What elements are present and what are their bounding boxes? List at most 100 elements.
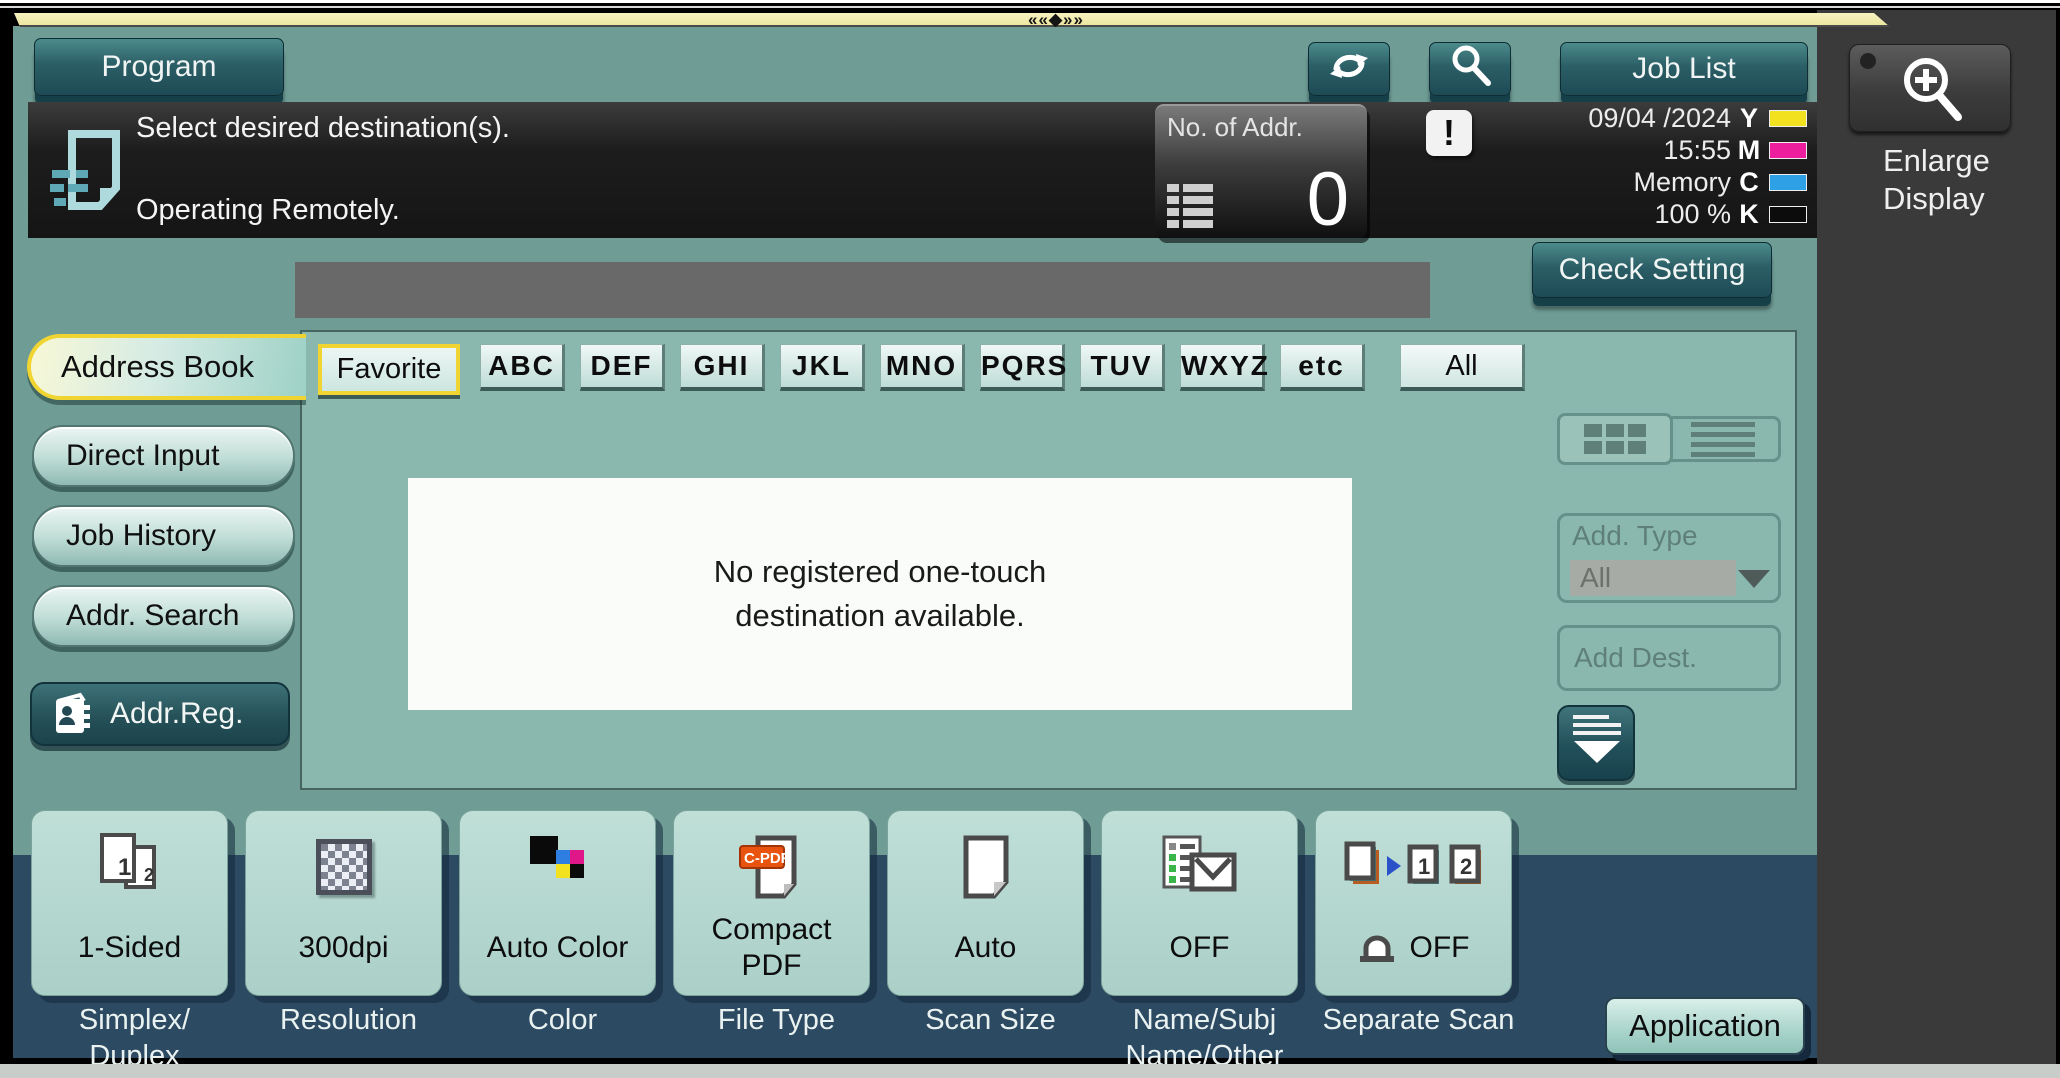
index-tab-wxyz[interactable]: WXYZ <box>1180 344 1265 391</box>
index-tab-all[interactable]: All <box>1400 344 1525 391</box>
addr-reg-button[interactable]: Addr.Reg. <box>30 682 290 746</box>
file-type-button[interactable]: C-PDF Compact PDF <box>673 810 870 996</box>
color-button[interactable]: Auto Color <box>459 810 656 996</box>
index-tab-favorite[interactable]: Favorite <box>318 344 460 395</box>
lamp-icon <box>1358 932 1396 964</box>
svg-text:2: 2 <box>144 865 154 885</box>
slide-handle-strip[interactable]: ««◆»» <box>14 13 1890 27</box>
settings-label: Color <box>449 1002 676 1038</box>
list-view-button[interactable] <box>1665 416 1781 462</box>
scroll-list-icon <box>1573 715 1633 735</box>
check-setting-button[interactable]: Check Setting <box>1532 242 1772 298</box>
date-text: 09/04 /2024 <box>1588 102 1731 134</box>
machine-info: 09/04 /2024 15:55 Memory 100 % <box>1588 102 1731 230</box>
status-message: Select desired destination(s). <box>136 112 510 145</box>
button-led-dot <box>1860 53 1876 69</box>
index-tab-jkl[interactable]: JKL <box>780 344 865 391</box>
index-tab-row: Favorite ABC DEF GHI JKL MNO PQRS TUV WX… <box>318 344 1540 395</box>
simplex-duplex-icon: 2 1 <box>92 823 168 911</box>
settings-label: Resolution <box>235 1002 462 1038</box>
scan-size-button[interactable]: Auto <box>887 810 1084 996</box>
svg-text:1: 1 <box>1418 854 1430 879</box>
time-text: 15:55 <box>1588 134 1731 166</box>
address-book-icon <box>50 691 96 737</box>
list-view-icon <box>1691 417 1755 462</box>
alert-icon[interactable]: ! <box>1426 110 1472 156</box>
index-tab-tuv[interactable]: TUV <box>1080 344 1165 391</box>
enlarge-display-button[interactable] <box>1849 44 2011 132</box>
addr-reg-label: Addr.Reg. <box>110 697 243 731</box>
address-count-label: No. of Addr. <box>1167 112 1303 143</box>
toner-row: C <box>1735 166 1817 198</box>
grid-view-button[interactable] <box>1557 413 1673 465</box>
destination-summary-bar <box>295 262 1430 318</box>
tab-addr-search[interactable]: Addr. Search <box>32 585 295 647</box>
address-type-filter[interactable]: Add. Type All <box>1557 513 1781 603</box>
screen-frame-bottom <box>0 1064 2060 1078</box>
svg-text:C-PDF: C-PDF <box>744 850 790 867</box>
memory-label: Memory <box>1588 166 1731 198</box>
toner-bar-yellow <box>1769 110 1807 127</box>
settings-label: Separate Scan <box>1305 1002 1532 1038</box>
color-mode-icon <box>526 823 590 911</box>
add-destination-button[interactable]: Add Dest. <box>1557 625 1781 691</box>
hardware-sidebar: Enlarge Display <box>1817 10 2056 1064</box>
application-button[interactable]: Application <box>1605 997 1805 1055</box>
compact-pdf-icon: C-PDF <box>738 823 806 911</box>
address-type-select[interactable]: All <box>1570 560 1736 596</box>
view-toggle <box>1557 413 1781 465</box>
job-list-button[interactable]: Job List <box>1560 42 1808 96</box>
toner-levels: Y M C K <box>1735 102 1817 230</box>
toner-bar-magenta <box>1769 142 1807 159</box>
destination-list-icon <box>1167 184 1213 228</box>
index-tab-ghi[interactable]: GHI <box>680 344 765 391</box>
empty-destination-message: No registered one-touch destination avai… <box>408 478 1352 710</box>
tab-address-book[interactable]: Address Book <box>27 334 306 400</box>
enlarge-display-label: Enlarge Display <box>1883 142 1990 218</box>
tab-job-history[interactable]: Job History <box>32 505 295 567</box>
list-envelope-icon <box>1160 823 1240 911</box>
toner-bar-black <box>1769 206 1807 223</box>
index-tab-pqrs[interactable]: PQRS <box>980 344 1065 391</box>
separate-scan-icon: 1 2 <box>1339 823 1489 911</box>
address-book-panel: Favorite ABC DEF GHI JKL MNO PQRS TUV WX… <box>300 330 1797 790</box>
main-screen: Program Job List <box>13 26 1817 1058</box>
address-type-label: Add. Type <box>1572 520 1698 552</box>
resolution-button[interactable]: 300dpi <box>245 810 442 996</box>
index-tab-mno[interactable]: MNO <box>880 344 965 391</box>
scan-document-icon <box>50 126 128 223</box>
svg-text:1: 1 <box>118 854 131 881</box>
search-icon <box>1448 43 1492 95</box>
toner-bar-cyan <box>1769 174 1807 191</box>
search-button[interactable] <box>1429 42 1511 96</box>
separate-scan-button[interactable]: 1 2 OFF <box>1315 810 1512 996</box>
name-subject-button[interactable]: OFF <box>1101 810 1298 996</box>
scroll-down-button[interactable] <box>1557 705 1635 781</box>
address-count-box[interactable]: No. of Addr. 0 <box>1155 104 1367 238</box>
toner-row: K <box>1735 198 1817 230</box>
settings-label: File Type <box>663 1002 890 1038</box>
arrow-down-icon <box>1574 741 1620 763</box>
toner-row: M <box>1735 134 1817 166</box>
chevron-down-icon <box>1738 570 1770 588</box>
refresh-button[interactable] <box>1308 42 1390 96</box>
tab-direct-input[interactable]: Direct Input <box>32 425 295 487</box>
toner-row: Y <box>1735 102 1817 134</box>
device-screen: ««◆»» Program Job List <box>0 0 2060 1078</box>
svg-text:2: 2 <box>1460 854 1472 879</box>
screen-frame-top <box>0 0 2060 3</box>
slide-handle-icon[interactable]: ««◆»» <box>1006 11 1106 28</box>
index-tab-etc[interactable]: etc <box>1280 344 1365 391</box>
status-message-2: Operating Remotely. <box>136 194 400 227</box>
memory-percent: 100 % <box>1588 198 1731 230</box>
resolution-icon <box>316 823 372 911</box>
index-tab-abc[interactable]: ABC <box>480 344 565 391</box>
status-bar: Select desired destination(s). Operating… <box>28 102 1817 238</box>
screen-frame-line <box>0 6 2060 8</box>
simplex-duplex-button[interactable]: 2 1 1-Sided <box>31 810 228 996</box>
program-button[interactable]: Program <box>34 38 284 96</box>
index-tab-def[interactable]: DEF <box>580 344 665 391</box>
magnifier-plus-icon <box>1896 53 1970 132</box>
address-count-value: 0 <box>1307 162 1349 238</box>
settings-label: Scan Size <box>877 1002 1104 1038</box>
